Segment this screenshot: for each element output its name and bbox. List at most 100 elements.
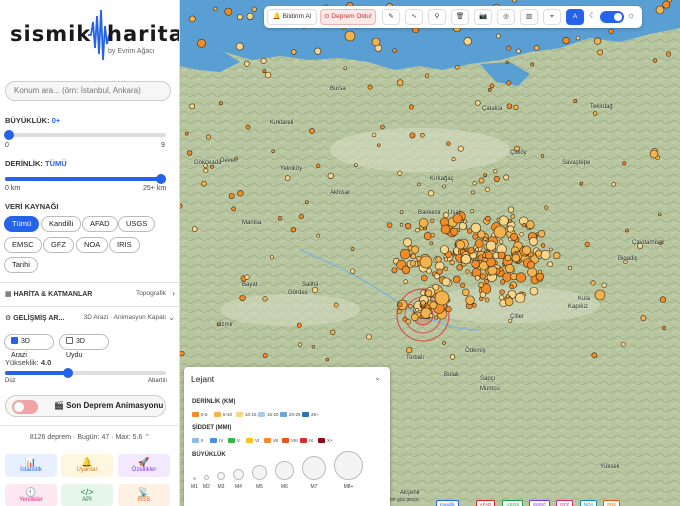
earthquake-marker[interactable] <box>409 132 416 139</box>
earthquake-marker[interactable] <box>239 294 246 302</box>
earthquake-marker[interactable] <box>184 131 189 136</box>
earthquake-marker[interactable] <box>434 315 439 320</box>
earthquake-marker[interactable] <box>500 279 506 285</box>
advanced-section[interactable]: ⚙ GELİŞMİŞ AR... 3D Arazi · Animasyon Ka… <box>0 306 179 328</box>
height-slider[interactable] <box>5 368 166 378</box>
earthquake-marker[interactable] <box>269 255 275 260</box>
earthquake-marker[interactable] <box>496 217 501 222</box>
earthquake-marker[interactable] <box>316 233 321 238</box>
earthquake-marker[interactable] <box>186 150 193 156</box>
earthquake-marker[interactable] <box>452 275 461 284</box>
earthquake-marker[interactable] <box>519 231 524 237</box>
earthquake-marker[interactable] <box>262 353 268 359</box>
earthquake-marker[interactable] <box>479 291 486 298</box>
earthquake-marker[interactable] <box>246 12 254 20</box>
earthquake-marker[interactable] <box>579 181 584 186</box>
earthquake-marker[interactable] <box>498 215 509 226</box>
earthquake-marker[interactable] <box>489 83 495 89</box>
earthquake-marker[interactable] <box>327 172 334 180</box>
earthquake-marker[interactable] <box>508 218 513 223</box>
earthquake-marker[interactable] <box>365 333 372 340</box>
source-bar-chip[interactable]: AFAD <box>475 500 496 506</box>
earthquake-marker[interactable] <box>298 342 303 347</box>
ruler-button[interactable]: ✎ <box>382 9 400 25</box>
earthquake-marker[interactable] <box>506 80 512 86</box>
earthquake-marker[interactable] <box>235 42 244 51</box>
earthquake-marker[interactable] <box>442 184 446 189</box>
earthquake-marker[interactable] <box>386 222 393 228</box>
earthquake-marker[interactable] <box>594 289 606 301</box>
earthquake-marker[interactable] <box>460 282 466 288</box>
earthquake-marker[interactable] <box>458 222 467 230</box>
earthquake-marker[interactable] <box>236 14 243 21</box>
earthquake-marker[interactable] <box>478 177 485 184</box>
earthquake-marker[interactable] <box>553 252 561 260</box>
earthquake-marker[interactable] <box>428 313 434 318</box>
legend-collapse-icon[interactable]: ⌄ <box>374 373 381 382</box>
source-chip-iris[interactable]: IRIS <box>109 237 140 253</box>
earthquake-marker[interactable] <box>237 190 244 197</box>
earthquake-marker[interactable] <box>512 0 517 3</box>
earthquake-marker[interactable] <box>515 272 527 283</box>
earthquake-marker[interactable] <box>497 251 506 260</box>
earthquake-marker[interactable] <box>296 322 302 328</box>
earthquake-marker[interactable] <box>284 175 291 181</box>
earthquake-marker[interactable] <box>311 345 316 349</box>
earthquake-marker[interactable] <box>262 69 267 74</box>
earthquake-marker[interactable] <box>189 15 196 23</box>
tile-statistics[interactable]: 📊 İstatistik <box>5 454 57 477</box>
earthquake-marker[interactable] <box>399 223 404 227</box>
earthquake-marker[interactable] <box>540 249 551 260</box>
locate-button[interactable]: ⌖ <box>543 9 561 25</box>
earthquake-marker[interactable] <box>487 87 492 92</box>
earthquake-marker[interactable] <box>499 289 505 295</box>
earthquake-marker[interactable] <box>419 255 433 269</box>
earthquake-marker[interactable] <box>180 203 183 209</box>
earthquake-marker[interactable] <box>415 227 420 233</box>
earthquake-marker[interactable] <box>344 30 356 42</box>
earthquake-marker[interactable] <box>325 357 329 362</box>
earthquake-marker[interactable] <box>533 45 540 51</box>
earthquake-marker[interactable] <box>443 257 448 262</box>
earthquake-marker[interactable] <box>456 264 463 271</box>
earthquake-marker[interactable] <box>312 286 319 294</box>
earthquake-marker[interactable] <box>430 232 435 238</box>
earthquake-marker[interactable] <box>486 240 497 251</box>
source-bar-chip[interactable]: IRIS <box>603 500 620 506</box>
earthquake-marker[interactable] <box>474 239 484 248</box>
earthquake-marker[interactable] <box>420 300 426 306</box>
earthquake-marker[interactable] <box>397 170 403 176</box>
earthquake-marker[interactable] <box>424 289 433 297</box>
earthquake-marker[interactable] <box>521 245 532 255</box>
earthquake-marker[interactable] <box>466 228 473 234</box>
source-chip-afad[interactable]: AFAD <box>82 216 118 232</box>
earthquake-marker[interactable] <box>377 143 381 147</box>
magnitude-slider-handle[interactable] <box>4 130 14 140</box>
earthquake-marker[interactable] <box>424 73 430 78</box>
source-bar-chip[interactable]: Kandilli <box>436 500 459 506</box>
earthquake-marker[interactable] <box>231 206 236 212</box>
tile-rss[interactable]: 📡 RSS <box>118 484 170 506</box>
notify-button[interactable]: 🔔 Bildirim Al <box>267 9 317 25</box>
earthquake-marker[interactable] <box>455 65 460 70</box>
report-quake-button[interactable]: ⊙ Deprem Oldu! <box>320 9 376 25</box>
earthquake-marker[interactable] <box>472 181 477 186</box>
map-layers-section[interactable]: ▦ HARİTA & KATMANLAR Topografik › <box>0 282 179 304</box>
earthquake-marker[interactable] <box>462 288 470 297</box>
earthquake-marker[interactable] <box>420 132 425 138</box>
earthquake-marker[interactable] <box>544 205 549 210</box>
earthquake-marker[interactable] <box>314 47 322 55</box>
source-chip-gfz[interactable]: GFZ <box>43 237 74 253</box>
earthquake-marker[interactable] <box>191 226 198 232</box>
earthquake-marker[interactable] <box>478 282 484 288</box>
earthquake-marker[interactable] <box>410 253 417 260</box>
earthquake-marker[interactable] <box>665 51 672 57</box>
book-button[interactable]: ▥ <box>520 9 538 25</box>
earthquake-marker[interactable] <box>455 240 465 250</box>
earthquake-marker[interactable] <box>277 216 283 221</box>
earthquake-marker[interactable] <box>440 224 451 235</box>
earthquake-marker[interactable] <box>505 263 515 274</box>
earthquake-marker[interactable] <box>262 296 268 302</box>
earthquake-marker[interactable] <box>429 301 438 310</box>
earthquake-marker[interactable] <box>652 58 658 63</box>
